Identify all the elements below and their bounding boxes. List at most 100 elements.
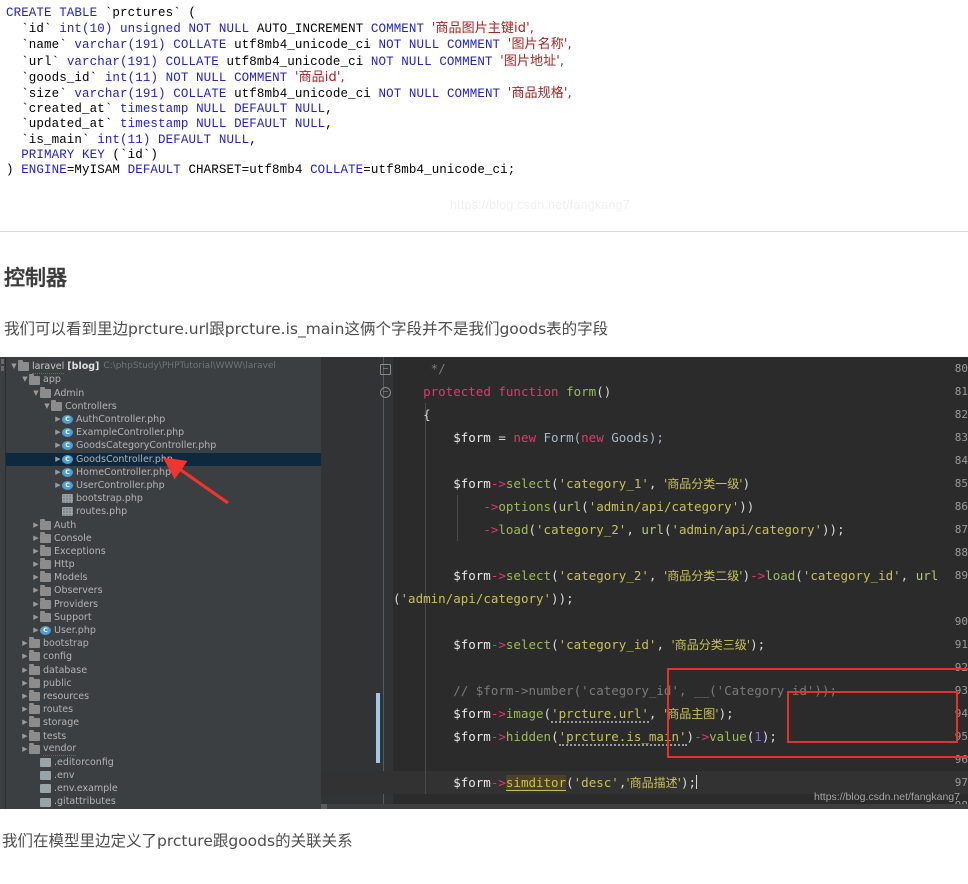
- tree-item-homecontroller-php[interactable]: ▶ C HomeController.php: [6, 466, 321, 479]
- sql-token: int: [59, 22, 83, 37]
- sql-token: COMMENT: [439, 54, 493, 69]
- code-line[interactable]: $form->select('category_2', '商品分类二级')->l…: [393, 564, 938, 587]
- code-token: 'prcture.url': [551, 706, 649, 724]
- code-line[interactable]: ->options(url('admin/api/category')): [393, 495, 754, 518]
- chevron-right-icon[interactable]: ▶: [32, 571, 40, 584]
- tree-item-examplecontroller-php[interactable]: ▶ C ExampleController.php: [6, 426, 321, 439]
- vcs-change-marker[interactable]: [376, 693, 380, 764]
- tree-item-admin[interactable]: ▼ Admin: [6, 386, 321, 400]
- tree-item-bootstrap-php[interactable]: bootstrap.php: [6, 492, 321, 505]
- chevron-right-icon[interactable]: ▶: [32, 584, 40, 597]
- code-line[interactable]: $form->select('category_1', '商品分类一级'): [393, 472, 750, 495]
- folder-icon: [18, 360, 29, 372]
- fold-column[interactable]: [379, 357, 393, 810]
- tree-item-bootstrap[interactable]: ▶ bootstrap: [6, 637, 321, 650]
- chevron-down-icon[interactable]: ▼: [21, 373, 29, 386]
- tree-item-label: resources: [43, 690, 90, 702]
- chevron-down-icon[interactable]: ▼: [10, 360, 18, 373]
- tree-item-goodscontroller-php[interactable]: ▶ C GoodsController.php: [6, 452, 321, 466]
- tree-item-label: bootstrap: [43, 638, 89, 650]
- chevron-right-icon[interactable]: ▶: [54, 479, 62, 492]
- tree-item--env[interactable]: .env: [6, 769, 321, 782]
- chevron-right-icon[interactable]: ▶: [21, 677, 29, 690]
- chevron-down-icon[interactable]: ▼: [43, 400, 51, 413]
- chevron-right-icon[interactable]: ▶: [54, 426, 62, 439]
- code-line-wrapped[interactable]: ('admin/api/category'));: [393, 587, 574, 610]
- tree-item--editorconfig[interactable]: .editorconfig: [6, 756, 321, 769]
- chevron-right-icon[interactable]: ▶: [54, 439, 62, 452]
- fold-collapse-icon[interactable]: −: [380, 364, 391, 376]
- code-token: 'admin/api/category': [400, 591, 552, 607]
- code-token: Form(: [536, 430, 582, 446]
- tree-item-observers[interactable]: ▶ Observers: [6, 584, 321, 597]
- tree-item--env-example[interactable]: .env.example: [6, 782, 321, 795]
- chevron-right-icon[interactable]: ▶: [54, 413, 62, 426]
- tree-row-root[interactable]: ▼ laravel [blog] C:\phpStudy\PHPTutorial…: [6, 360, 321, 374]
- tree-item-user-php[interactable]: ▶ C User.php: [6, 624, 321, 637]
- code-line[interactable]: ->load('category_2', url('admin/api/cate…: [393, 518, 844, 541]
- project-tree[interactable]: ▼ laravel [blog] C:\phpStudy\PHPTutorial…: [6, 357, 321, 810]
- sql-token: (191): [127, 87, 166, 102]
- tree-item-app[interactable]: ▼ app: [6, 373, 321, 386]
- tree-item-controllers[interactable]: ▼ Controllers: [6, 399, 321, 413]
- chevron-right-icon[interactable]: ▶: [21, 730, 29, 743]
- chevron-right-icon[interactable]: ▶: [54, 453, 62, 466]
- tree-item-public[interactable]: ▶ public: [6, 676, 321, 690]
- chevron-right-icon[interactable]: ▶: [32, 532, 40, 545]
- chevron-right-icon[interactable]: ▶: [32, 598, 40, 611]
- tree-item-resources[interactable]: ▶ resources: [6, 690, 321, 703]
- sql-token: `prctures` (: [97, 6, 197, 20]
- chevron-right-icon[interactable]: ▶: [21, 637, 29, 650]
- tree-item-routes-php[interactable]: routes.php: [6, 505, 321, 518]
- chevron-right-icon[interactable]: ▶: [32, 519, 40, 532]
- chevron-right-icon[interactable]: ▶: [21, 664, 29, 677]
- editor-gutter[interactable]: [321, 357, 379, 810]
- tree-item-exceptions[interactable]: ▶ Exceptions: [6, 544, 321, 558]
- tree-item-goodscategorycontroller-php[interactable]: ▶ C GoodsCategoryController.php: [6, 439, 321, 452]
- scrollbar-thumb[interactable]: [321, 804, 327, 810]
- horizontal-scrollbar[interactable]: [321, 804, 968, 810]
- tree-item-storage[interactable]: ▶ storage: [6, 716, 321, 729]
- chevron-right-icon[interactable]: ▶: [32, 611, 40, 624]
- chevron-right-icon[interactable]: ▶: [21, 716, 29, 729]
- tree-item-usercontroller-php[interactable]: ▶ C UserController.php: [6, 479, 321, 492]
- code-line[interactable]: {: [393, 403, 431, 426]
- tree-item-config[interactable]: ▶ config: [6, 650, 321, 663]
- chevron-right-icon[interactable]: ▶: [21, 690, 29, 703]
- tree-item-http[interactable]: ▶ Http: [6, 558, 321, 571]
- code-line[interactable]: $form->simditor('desc','商品描述');: [393, 771, 698, 794]
- chevron-down-icon[interactable]: ▼: [32, 387, 40, 400]
- tree-item-tests[interactable]: ▶ tests: [6, 729, 321, 743]
- code-line[interactable]: */: [393, 357, 446, 380]
- code-line[interactable]: $form = new Form(new Goods);: [393, 426, 664, 449]
- tree-item-auth[interactable]: ▶ Auth: [6, 518, 321, 532]
- sql-line: `is_main` int(11) DEFAULT NULL,: [0, 133, 968, 148]
- tree-item-routes[interactable]: ▶ routes: [6, 703, 321, 716]
- code-token: ->: [483, 522, 499, 538]
- code-line[interactable]: $form->select('category_id', '商品分类三级');: [393, 633, 765, 656]
- code-line[interactable]: protected function form(): [393, 380, 611, 403]
- chevron-right-icon[interactable]: ▶: [21, 703, 29, 716]
- tree-item-vendor[interactable]: ▶ vendor: [6, 742, 321, 757]
- tree-item-label: ExampleController.php: [76, 427, 185, 439]
- chevron-right-icon[interactable]: ▶: [32, 545, 40, 558]
- code-editor[interactable]: − − 80 81 82 83 84 85 86 87 88 89 90 91 92 93 94 95 96 97…: [321, 357, 968, 810]
- tree-item-authcontroller-php[interactable]: ▶ C AuthController.php: [6, 413, 321, 426]
- chevron-right-icon[interactable]: ▶: [54, 466, 62, 479]
- chevron-right-icon[interactable]: ▶: [32, 624, 40, 637]
- tree-item-database[interactable]: ▶ database: [6, 663, 321, 677]
- code-token: 'category_1': [558, 476, 649, 492]
- code-token: ->: [490, 637, 506, 653]
- tree-item-models[interactable]: ▶ Models: [6, 571, 321, 584]
- tree-item-label: User.php: [54, 625, 96, 636]
- chevron-right-icon[interactable]: ▶: [32, 558, 40, 571]
- tree-item-list[interactable]: ▼ app ▼ Admin ▼ Controllers ▶ C AuthController.p…: [6, 373, 321, 808]
- tree-item-providers[interactable]: ▶ Providers: [6, 597, 321, 611]
- tree-item-console[interactable]: ▶ Console: [6, 531, 321, 545]
- chevron-right-icon[interactable]: ▶: [21, 650, 29, 663]
- tree-item-support[interactable]: ▶ Support: [6, 610, 321, 624]
- chevron-right-icon[interactable]: ▶: [21, 743, 29, 756]
- sql-token: `size`: [6, 87, 75, 102]
- tree-item--gitattributes[interactable]: .gitattributes: [6, 795, 321, 808]
